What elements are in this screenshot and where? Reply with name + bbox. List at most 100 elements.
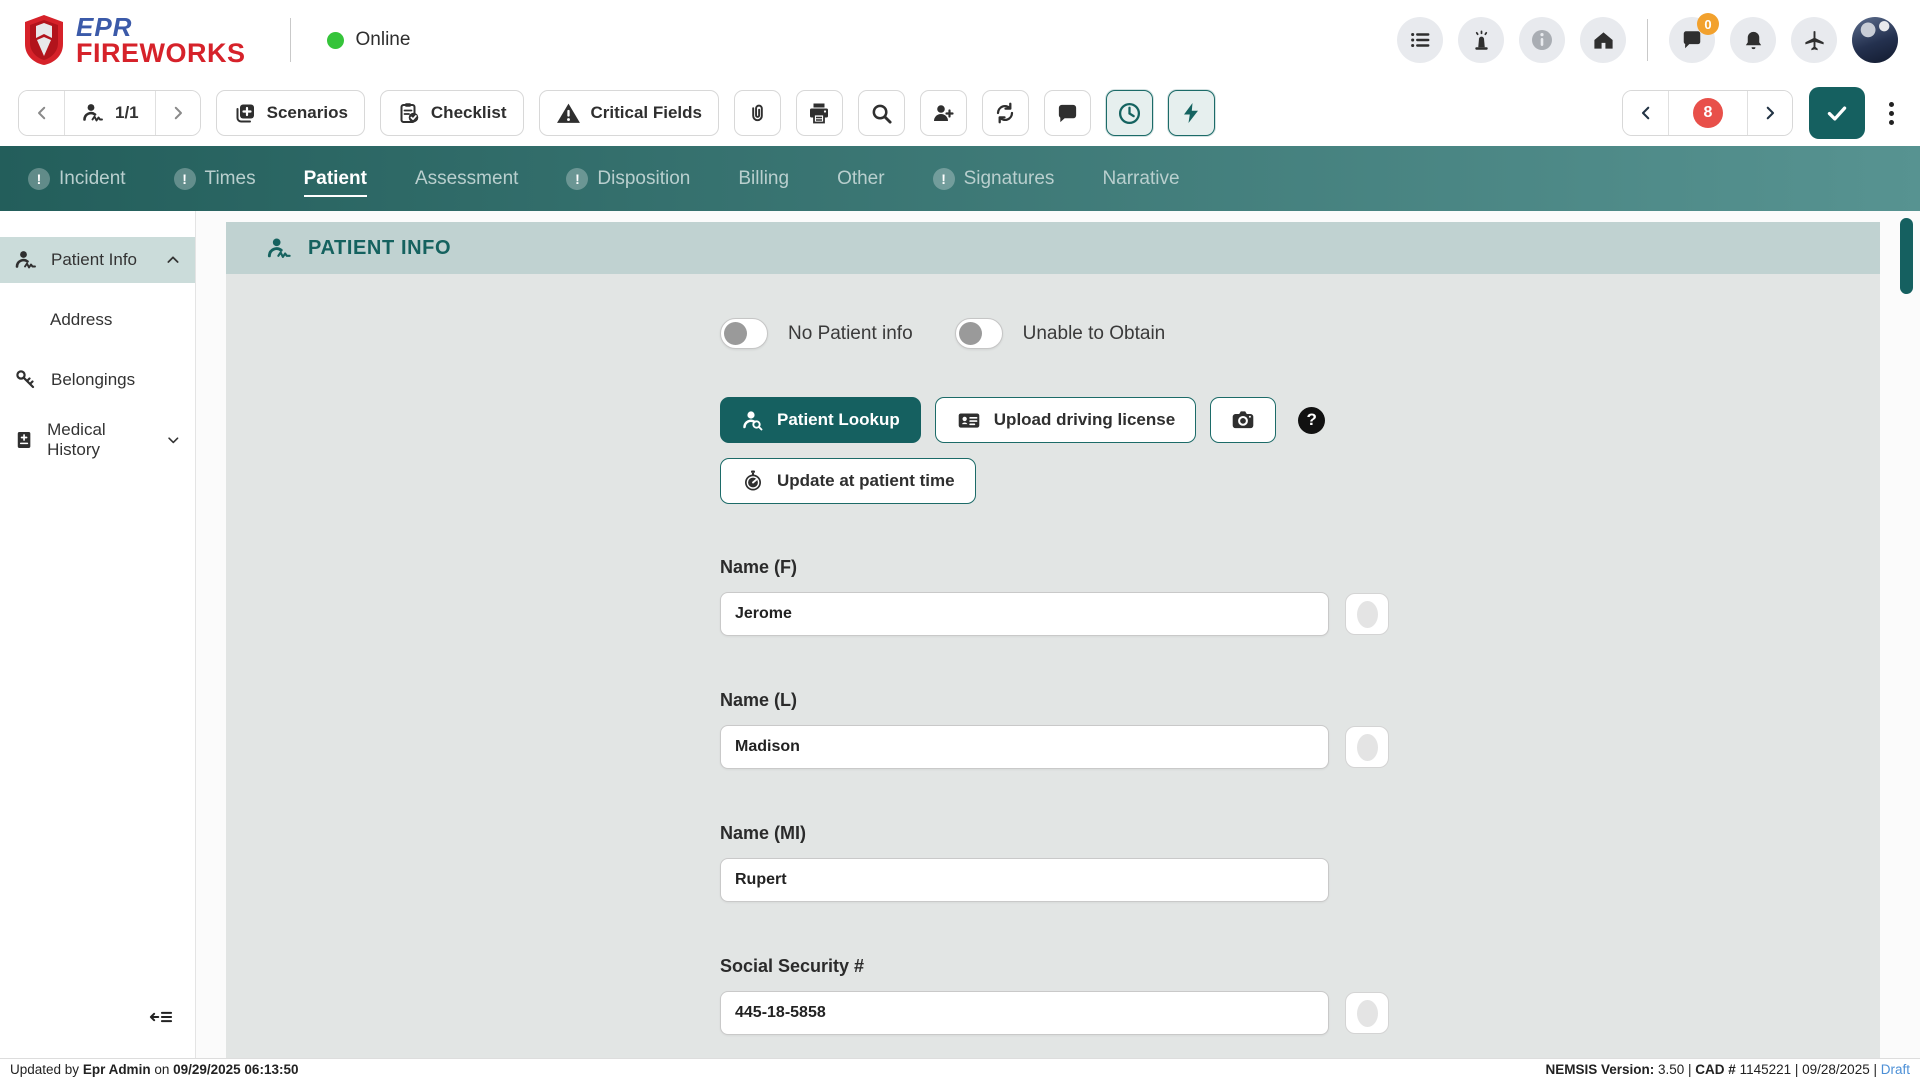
tab-billing[interactable]: Billing xyxy=(738,168,789,190)
add-person-button[interactable] xyxy=(920,90,967,136)
chevron-up-icon xyxy=(165,252,181,268)
field-flag-button[interactable] xyxy=(1345,726,1389,768)
chevron-down-icon xyxy=(166,432,181,448)
list-menu-button[interactable] xyxy=(1397,17,1443,63)
stopwatch-icon xyxy=(741,469,765,493)
tab-patient[interactable]: Patient xyxy=(304,168,367,190)
next-record-button[interactable] xyxy=(155,91,200,135)
collapse-sidebar-button[interactable] xyxy=(149,1006,173,1028)
scenarios-icon xyxy=(233,101,257,125)
unable-to-obtain-toggle[interactable] xyxy=(955,318,1003,349)
next-alert-button[interactable] xyxy=(1747,91,1792,135)
top-header: EPR FIREWORKS Online xyxy=(0,0,1920,80)
update-patient-time-button[interactable]: Update at patient time xyxy=(720,458,976,504)
warning-triangle-icon xyxy=(556,101,581,126)
flag-oval-icon xyxy=(1357,734,1378,761)
info-icon xyxy=(1530,28,1554,52)
bell-icon xyxy=(1742,29,1765,52)
quick-actions-button[interactable] xyxy=(1168,90,1215,136)
epr-app: EPR FIREWORKS Online xyxy=(0,0,1920,1080)
field-flag-button[interactable] xyxy=(1345,992,1389,1034)
sidebar-label: Medical History xyxy=(47,420,153,460)
tab-disposition[interactable]: ! Disposition xyxy=(566,168,690,190)
user-avatar[interactable] xyxy=(1852,17,1898,63)
more-options-button[interactable] xyxy=(1881,94,1902,133)
speech-bubble-icon xyxy=(1056,102,1079,125)
sidebar-label: Belongings xyxy=(51,370,135,390)
siren-button[interactable] xyxy=(1458,17,1504,63)
name-first-input[interactable] xyxy=(720,592,1329,636)
info-button[interactable] xyxy=(1519,17,1565,63)
help-button[interactable]: ? xyxy=(1298,407,1325,434)
scenarios-button[interactable]: Scenarios xyxy=(216,90,365,136)
search-button[interactable] xyxy=(858,90,905,136)
updated-by-user: Epr Admin xyxy=(83,1062,151,1077)
comments-button[interactable] xyxy=(1044,90,1091,136)
tab-incident[interactable]: ! Incident xyxy=(28,168,126,190)
patient-fields: Name (F) Name (L) xyxy=(720,557,1420,1035)
sync-button[interactable] xyxy=(982,90,1029,136)
section-title: PATIENT INFO xyxy=(308,237,451,260)
tab-narrative[interactable]: Narrative xyxy=(1102,168,1179,190)
scenarios-label: Scenarios xyxy=(267,103,348,123)
checklist-icon xyxy=(397,101,421,125)
field-ssn: Social Security # xyxy=(720,956,1420,1035)
online-status: Online xyxy=(327,29,411,51)
patient-lookup-button[interactable]: Patient Lookup xyxy=(720,397,921,443)
prev-alert-button[interactable] xyxy=(1623,91,1668,135)
sidebar-item-medical-history[interactable]: Medical History xyxy=(0,417,195,463)
sidebar-label: Address xyxy=(50,310,112,330)
unable-to-obtain-label: Unable to Obtain xyxy=(1023,323,1166,345)
patient-info-content: No Patient info Unable to Obtain xyxy=(226,274,1880,1058)
online-label: Online xyxy=(356,29,411,51)
patient-info-header-icon xyxy=(266,235,293,262)
messages-button[interactable]: 0 xyxy=(1669,17,1715,63)
prev-record-button[interactable] xyxy=(19,91,64,135)
medical-history-icon xyxy=(14,429,34,451)
take-photo-button[interactable] xyxy=(1210,397,1276,443)
header-separator xyxy=(1647,19,1648,61)
warning-icon: ! xyxy=(174,168,196,190)
critical-fields-button[interactable]: Critical Fields xyxy=(539,90,719,136)
name-middle-input[interactable] xyxy=(720,858,1329,902)
print-button[interactable] xyxy=(796,90,843,136)
chat-icon xyxy=(1681,29,1703,51)
sidebar-item-address[interactable]: Address xyxy=(0,297,195,343)
tab-assessment[interactable]: Assessment xyxy=(415,168,518,190)
page-body: Patient Info Address Belongings xyxy=(0,211,1920,1058)
upload-license-button[interactable]: Upload driving license xyxy=(935,397,1196,443)
no-patient-info-toggle[interactable] xyxy=(720,318,768,349)
patient-actions: Patient Lookup Upload driving license xyxy=(720,397,1420,504)
name-last-input[interactable] xyxy=(720,725,1329,769)
attachments-button[interactable] xyxy=(734,90,781,136)
update-patient-time-label: Update at patient time xyxy=(777,471,955,491)
online-dot-icon xyxy=(327,32,344,49)
home-button[interactable] xyxy=(1580,17,1626,63)
toggle-knob-icon xyxy=(959,322,982,345)
alert-count-display[interactable]: 8 xyxy=(1668,91,1747,135)
record-toolbar: 1/1 Scenarios Checklist xyxy=(0,80,1920,146)
updated-datetime: 09/29/2025 06:13:50 xyxy=(173,1062,298,1077)
time-tracking-button[interactable] xyxy=(1106,90,1153,136)
toggle-knob-icon xyxy=(724,322,747,345)
vertical-scrollbar-thumb[interactable] xyxy=(1900,218,1913,294)
notifications-button[interactable] xyxy=(1730,17,1776,63)
checklist-label: Checklist xyxy=(431,103,507,123)
tab-times[interactable]: ! Times xyxy=(174,168,256,190)
sidebar-label: Patient Info xyxy=(51,250,137,270)
field-name-last: Name (L) xyxy=(720,690,1420,769)
critical-fields-label: Critical Fields xyxy=(591,103,702,123)
flight-mode-button[interactable] xyxy=(1791,17,1837,63)
validate-save-button[interactable] xyxy=(1809,87,1865,139)
sidebar-item-patient-info[interactable]: Patient Info xyxy=(0,237,195,283)
tab-other[interactable]: Other xyxy=(837,168,885,190)
warning-icon: ! xyxy=(933,168,955,190)
ssn-input[interactable] xyxy=(720,991,1329,1035)
app-logo: EPR FIREWORKS xyxy=(22,14,246,67)
checklist-button[interactable]: Checklist xyxy=(380,90,524,136)
tab-signatures[interactable]: ! Signatures xyxy=(933,168,1055,190)
field-flag-button[interactable] xyxy=(1345,593,1389,635)
record-counter[interactable]: 1/1 xyxy=(64,91,155,135)
sidebar-item-belongings[interactable]: Belongings xyxy=(0,357,195,403)
draft-status[interactable]: Draft xyxy=(1881,1062,1910,1077)
